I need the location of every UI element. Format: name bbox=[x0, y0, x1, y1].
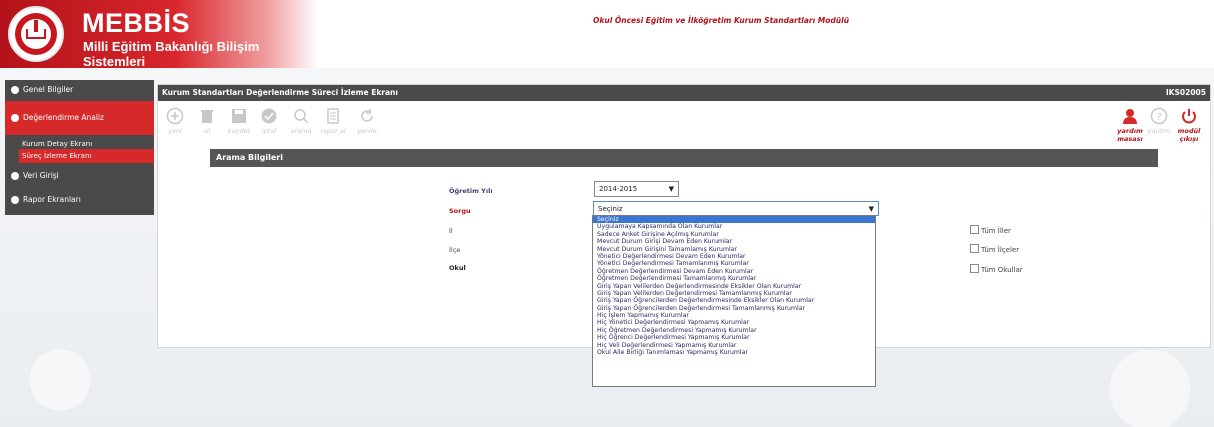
question-icon: ? bbox=[1150, 107, 1168, 125]
dropdown-option[interactable]: Öğretmen Değerlendirmesi Tamamlanmış Kur… bbox=[593, 275, 875, 282]
module-title: Okul Öncesi Eğitim ve İlköğretim Kurum S… bbox=[593, 16, 850, 25]
checkbox-box[interactable] bbox=[970, 264, 979, 273]
plus-circle-icon bbox=[166, 107, 184, 125]
toolbar: yeni sil kaydet iptal arama rapor al yen… bbox=[158, 103, 1210, 143]
trash-icon bbox=[201, 110, 213, 123]
il-label: İl bbox=[449, 227, 453, 235]
dropdown-option[interactable]: Hiç Yönetici Değerlendirmesi Yapmamış Ku… bbox=[593, 319, 875, 326]
meb-logo bbox=[8, 6, 64, 62]
refresh-button[interactable]: yenile bbox=[352, 107, 382, 135]
search-label: arama bbox=[290, 127, 312, 135]
sidebar: Genel Bilgiler Değerlendirme Analiz Kuru… bbox=[5, 80, 154, 215]
brand-subtitle: Milli Eğitim Bakanlığı Bilişim Sistemler… bbox=[83, 39, 260, 69]
dropdown-option[interactable]: Mevcut Durum Girişini Tamamlamış Kurumla… bbox=[593, 246, 875, 253]
dropdown-option[interactable]: Yönetici Değerlendirmesi Tamamlanmış Kur… bbox=[593, 260, 875, 267]
ogretim-yili-value: 2014-2015 bbox=[599, 185, 638, 193]
sidebar-item-rapor-ekranlari[interactable]: Rapor Ekranları bbox=[5, 190, 154, 210]
save-label: kaydet bbox=[227, 127, 251, 135]
save-icon bbox=[232, 109, 246, 123]
sidebar-item-degerlendirme-analiz[interactable]: Değerlendirme Analiz bbox=[5, 101, 154, 135]
dropdown-option[interactable]: Hiç Veli Değerlendirmesi Yapmamış Kuruml… bbox=[593, 342, 875, 349]
cancel-label: iptal bbox=[261, 127, 277, 135]
dropdown-arrow-icon: ▼ bbox=[668, 185, 674, 193]
sidebar-subitem-label: Süreç İzleme Ekranı bbox=[22, 152, 92, 160]
dropdown-option[interactable]: Okul Aile Birliği Tanımlaması Yapmamış K… bbox=[593, 349, 875, 356]
sidebar-item-genel-bilgiler[interactable]: Genel Bilgiler bbox=[5, 80, 154, 100]
report-button[interactable]: rapor al bbox=[318, 107, 348, 135]
cancel-button[interactable]: iptal bbox=[254, 107, 284, 135]
report-label: rapor al bbox=[320, 127, 346, 135]
save-button[interactable]: kaydet bbox=[224, 107, 254, 135]
search-button[interactable]: arama bbox=[286, 107, 316, 135]
delete-label: sil bbox=[203, 127, 211, 135]
ilce-label: İlçe bbox=[449, 246, 461, 254]
logout-label: modül çıkışı bbox=[1177, 127, 1201, 143]
tum-okullar-checkbox[interactable]: Tüm Okullar bbox=[970, 264, 1023, 274]
support-person-icon bbox=[1123, 109, 1137, 124]
dropdown-option[interactable]: Uygulamaya Kapsamında Olan Kurumlar bbox=[593, 223, 875, 230]
sidebar-item-label: Değerlendirme Analiz bbox=[23, 113, 104, 122]
sidebar-item-label: Rapor Ekranları bbox=[23, 195, 81, 204]
sidebar-subitem-label: Kurum Detay Ekranı bbox=[22, 140, 93, 148]
ogretim-yili-label: Öğretim Yılı bbox=[449, 187, 493, 195]
sidebar-item-label: Veri Girişi bbox=[23, 171, 59, 180]
dropdown-option[interactable]: Giriş Yapan Velilerden Değerlendirmesind… bbox=[593, 283, 875, 290]
refresh-label: yenile bbox=[357, 127, 377, 135]
sidebar-subitem-surec-izleme[interactable]: Süreç İzleme Ekranı bbox=[19, 149, 154, 163]
checkbox-box[interactable] bbox=[970, 244, 979, 253]
bullet-icon bbox=[11, 172, 19, 180]
header-banner: MEBBİS Milli Eğitim Bakanlığı Bilişim Si… bbox=[0, 0, 318, 69]
power-icon bbox=[1182, 109, 1196, 124]
dropdown-option[interactable]: Seçiniz bbox=[593, 216, 875, 224]
sidebar-item-label: Genel Bilgiler bbox=[23, 85, 74, 94]
refresh-icon bbox=[361, 109, 373, 122]
search-section-header: Arama Bilgileri bbox=[210, 149, 1158, 167]
panel-title: Kurum Standartları Değerlendirme Süreci … bbox=[162, 88, 398, 97]
sorgu-select[interactable]: Seçiniz ▼ bbox=[593, 201, 879, 216]
sorgu-dropdown-list: Seçiniz Uygulamaya Kapsamında Olan Kurum… bbox=[592, 215, 876, 387]
tum-ilceler-label: Tüm İlçeler bbox=[981, 246, 1020, 254]
panel-header: Kurum Standartları Değerlendirme Süreci … bbox=[158, 85, 1210, 101]
help-desk-label: yardım masası bbox=[1117, 127, 1143, 143]
header: MEBBİS Milli Eğitim Bakanlığı Bilişim Si… bbox=[0, 0, 1214, 69]
delete-button[interactable]: sil bbox=[192, 107, 222, 135]
tum-iller-checkbox[interactable]: Tüm İller bbox=[970, 225, 1011, 235]
dropdown-option[interactable]: Giriş Yapan Öğrencilerden Değerlendirmes… bbox=[593, 297, 875, 304]
tum-ilceler-checkbox[interactable]: Tüm İlçeler bbox=[970, 244, 1019, 254]
dropdown-arrow-icon: ▼ bbox=[868, 205, 874, 213]
sorgu-label: Sorgu bbox=[449, 207, 471, 215]
bullet-icon bbox=[11, 86, 19, 94]
sidebar-item-veri-girisi[interactable]: Veri Girişi bbox=[5, 166, 154, 186]
help-desk-button[interactable]: yardım masası bbox=[1115, 107, 1145, 143]
cancel-icon bbox=[261, 108, 277, 124]
sorgu-value: Seçiniz bbox=[598, 205, 623, 213]
checkbox-box[interactable] bbox=[970, 225, 979, 234]
help-button[interactable]: ? yardım bbox=[1144, 107, 1174, 135]
bullet-icon bbox=[11, 114, 19, 122]
help-label: yardım bbox=[1147, 127, 1171, 135]
dropdown-option[interactable]: Giriş Yapan Öğrencilerden Değerlendirmes… bbox=[593, 305, 875, 312]
new-label: yeni bbox=[168, 127, 182, 135]
brand-title: MEBBİS bbox=[82, 8, 191, 38]
screen-code: IKS02005 bbox=[1165, 88, 1206, 97]
dropdown-option[interactable]: Mevcut Durum Girişi Devam Eden Kurumlar bbox=[593, 238, 875, 245]
okul-label: Okul bbox=[449, 264, 466, 272]
document-icon bbox=[327, 108, 339, 124]
bullet-icon bbox=[11, 196, 19, 204]
ogretim-yili-select[interactable]: 2014-2015 ▼ bbox=[594, 181, 679, 197]
svg-text:?: ? bbox=[1156, 112, 1162, 123]
dropdown-option[interactable]: Sadece Anket Girişine Açılmış Kurumlar bbox=[593, 231, 875, 238]
dropdown-option[interactable]: Hiç Öğrenci Değerlendirmesi Yapmamış Kur… bbox=[593, 334, 875, 341]
tum-iller-label: Tüm İller bbox=[981, 227, 1011, 235]
tum-okullar-label: Tüm Okullar bbox=[981, 266, 1023, 274]
search-icon bbox=[294, 109, 309, 124]
logout-button[interactable]: modül çıkışı bbox=[1174, 107, 1204, 143]
new-button[interactable]: yeni bbox=[160, 107, 190, 135]
